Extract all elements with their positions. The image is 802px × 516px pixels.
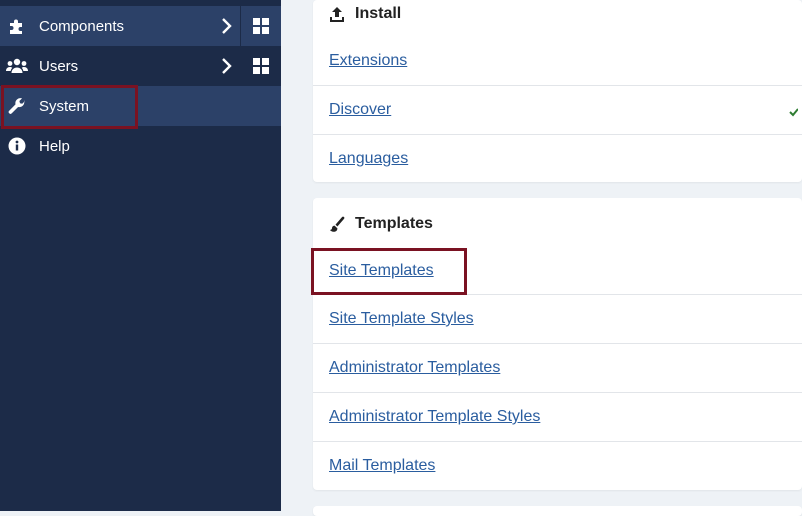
info-icon <box>0 137 34 155</box>
list-item: Mail Templates <box>313 441 802 490</box>
sidebar-item-help[interactable]: Help <box>0 126 240 166</box>
dashboard-icon <box>253 58 269 74</box>
list-item: Languages <box>313 134 802 183</box>
sidebar-row-components: Components <box>0 6 281 46</box>
templates-card: Templates Site Templates Site Template S… <box>313 198 802 490</box>
administrator-templates-link[interactable]: Administrator Templates <box>329 359 500 377</box>
chevron-right-icon[interactable] <box>220 57 232 79</box>
system-highlight-box <box>1 85 138 129</box>
users-icon <box>0 58 34 74</box>
sidebar-item-label: Help <box>39 137 70 155</box>
list-item: Site Template Styles <box>313 294 802 343</box>
sidebar-item-label: Users <box>39 57 79 75</box>
sidebar-row-users: Users <box>0 46 281 86</box>
components-dashboard-button[interactable] <box>241 6 281 46</box>
sidebar: Components Users System Help <box>0 0 281 511</box>
dashboard-icon <box>253 18 269 34</box>
sidebar-item-label: Components <box>39 17 125 35</box>
list-item: Administrator Templates <box>313 343 802 392</box>
site-templates-highlight-box <box>311 248 467 295</box>
list-item: Extensions <box>313 36 802 85</box>
sidebar-row-help: Help <box>0 126 281 166</box>
install-title: Install <box>355 5 402 22</box>
discover-link[interactable]: Discover <box>329 101 391 119</box>
templates-heading: Templates <box>329 215 433 233</box>
list-item: Discover <box>313 85 802 134</box>
users-dashboard-button[interactable] <box>241 46 281 86</box>
puzzle-icon <box>0 17 34 35</box>
templates-title: Templates <box>355 215 433 232</box>
site-template-styles-link[interactable]: Site Template Styles <box>329 310 474 328</box>
mail-templates-link[interactable]: Mail Templates <box>329 457 435 475</box>
chevron-right-icon[interactable] <box>220 17 232 39</box>
check-icon <box>789 104 799 122</box>
sidebar-item-users[interactable]: Users <box>0 46 240 86</box>
administrator-template-styles-link[interactable]: Administrator Template Styles <box>329 408 540 426</box>
languages-link[interactable]: Languages <box>329 150 408 168</box>
install-card: Install Extensions Discover Languages <box>313 0 802 182</box>
paint-brush-icon <box>329 216 347 232</box>
extensions-link[interactable]: Extensions <box>329 52 407 70</box>
next-card <box>313 506 802 516</box>
sidebar-item-components[interactable]: Components <box>0 6 240 46</box>
upload-icon <box>329 6 347 23</box>
install-heading: Install <box>329 5 401 23</box>
list-item: Administrator Template Styles <box>313 392 802 441</box>
